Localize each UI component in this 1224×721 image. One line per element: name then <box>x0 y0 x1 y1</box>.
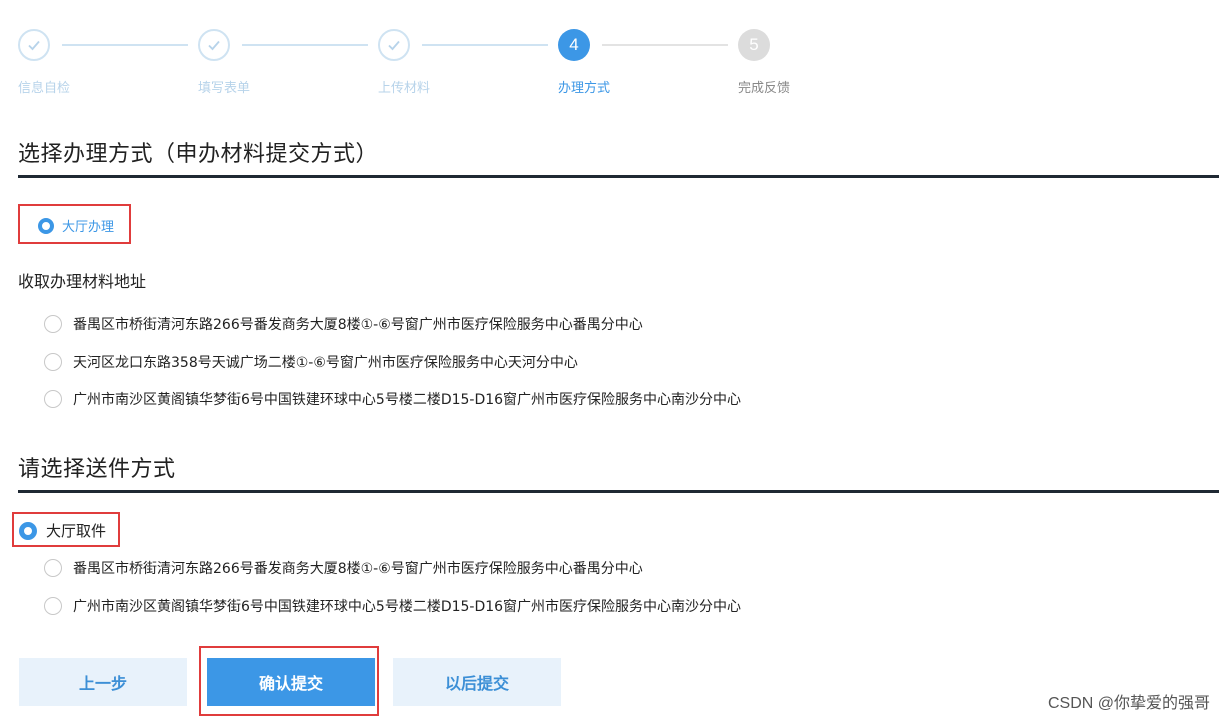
delivery-option-label: 大厅取件 <box>46 522 107 540</box>
radio-checked-icon[interactable] <box>19 521 37 540</box>
submit-later-button[interactable]: 以后提交 <box>393 658 561 706</box>
section-divider <box>18 490 1219 493</box>
section-title-delivery-method: 请选择送件方式 <box>18 457 176 482</box>
step-3-label: 上传材料 <box>378 81 431 96</box>
prev-step-button[interactable]: 上一步 <box>19 658 187 706</box>
section-divider <box>18 175 1219 178</box>
address-label: 天河区龙口东路358号天诚广场二楼①-⑥号窗广州市医疗保险服务中心天河分中心 <box>73 355 578 371</box>
address-option-tianhe[interactable]: 天河区龙口东路358号天诚广场二楼①-⑥号窗广州市医疗保险服务中心天河分中心 <box>44 352 578 372</box>
progress-stepper: 4 5 信息自检 填写表单 上传材料 办理方式 完成反馈 <box>18 29 818 99</box>
section-title-handling-method: 选择办理方式（申办材料提交方式） <box>18 142 379 167</box>
step-5-indicator: 5 <box>738 29 770 61</box>
radio-icon[interactable] <box>44 597 62 615</box>
delivery-option-hall-pickup[interactable]: 大厅取件 <box>19 520 106 541</box>
step-connector <box>422 44 548 46</box>
radio-icon[interactable] <box>44 390 62 408</box>
step-5-label: 完成反馈 <box>738 81 791 96</box>
address-label: 广州市南沙区黄阁镇华梦街6号中国铁建环球中心5号楼二楼D15-D16窗广州市医疗… <box>73 392 742 408</box>
radio-icon[interactable] <box>44 315 62 333</box>
address-heading: 收取办理材料地址 <box>18 272 147 291</box>
method-option-hall[interactable]: 大厅办理 <box>38 216 114 235</box>
step-3-check-icon <box>378 29 410 61</box>
address-label: 番禺区市桥街清河东路266号番发商务大厦8楼①-⑥号窗广州市医疗保险服务中心番禺… <box>73 317 643 333</box>
confirm-submit-button[interactable]: 确认提交 <box>207 658 375 706</box>
step-4-label: 办理方式 <box>558 81 611 96</box>
radio-icon[interactable] <box>44 559 62 577</box>
address-label: 番禺区市桥街清河东路266号番发商务大厦8楼①-⑥号窗广州市医疗保险服务中心番禺… <box>73 561 643 577</box>
step-connector <box>242 44 368 46</box>
step-2-check-icon <box>198 29 230 61</box>
step-connector <box>62 44 188 46</box>
method-option-label: 大厅办理 <box>62 220 115 235</box>
step-1-label: 信息自检 <box>18 81 71 96</box>
address-label: 广州市南沙区黄阁镇华梦街6号中国铁建环球中心5号楼二楼D15-D16窗广州市医疗… <box>73 599 742 615</box>
step-2-label: 填写表单 <box>198 81 251 96</box>
radio-icon[interactable] <box>44 353 62 371</box>
pickup-address-panyu[interactable]: 番禺区市桥街清河东路266号番发商务大厦8楼①-⑥号窗广州市医疗保险服务中心番禺… <box>44 558 643 578</box>
address-option-nansha[interactable]: 广州市南沙区黄阁镇华梦街6号中国铁建环球中心5号楼二楼D15-D16窗广州市医疗… <box>44 389 741 409</box>
pickup-address-nansha[interactable]: 广州市南沙区黄阁镇华梦街6号中国铁建环球中心5号楼二楼D15-D16窗广州市医疗… <box>44 596 741 616</box>
step-connector <box>602 44 728 46</box>
watermark: CSDN @你挚爱的强哥 <box>1047 695 1210 712</box>
radio-checked-icon[interactable] <box>38 217 54 234</box>
step-4-indicator: 4 <box>558 29 590 61</box>
address-option-panyu[interactable]: 番禺区市桥街清河东路266号番发商务大厦8楼①-⑥号窗广州市医疗保险服务中心番禺… <box>44 314 643 334</box>
step-1-check-icon <box>18 29 50 61</box>
